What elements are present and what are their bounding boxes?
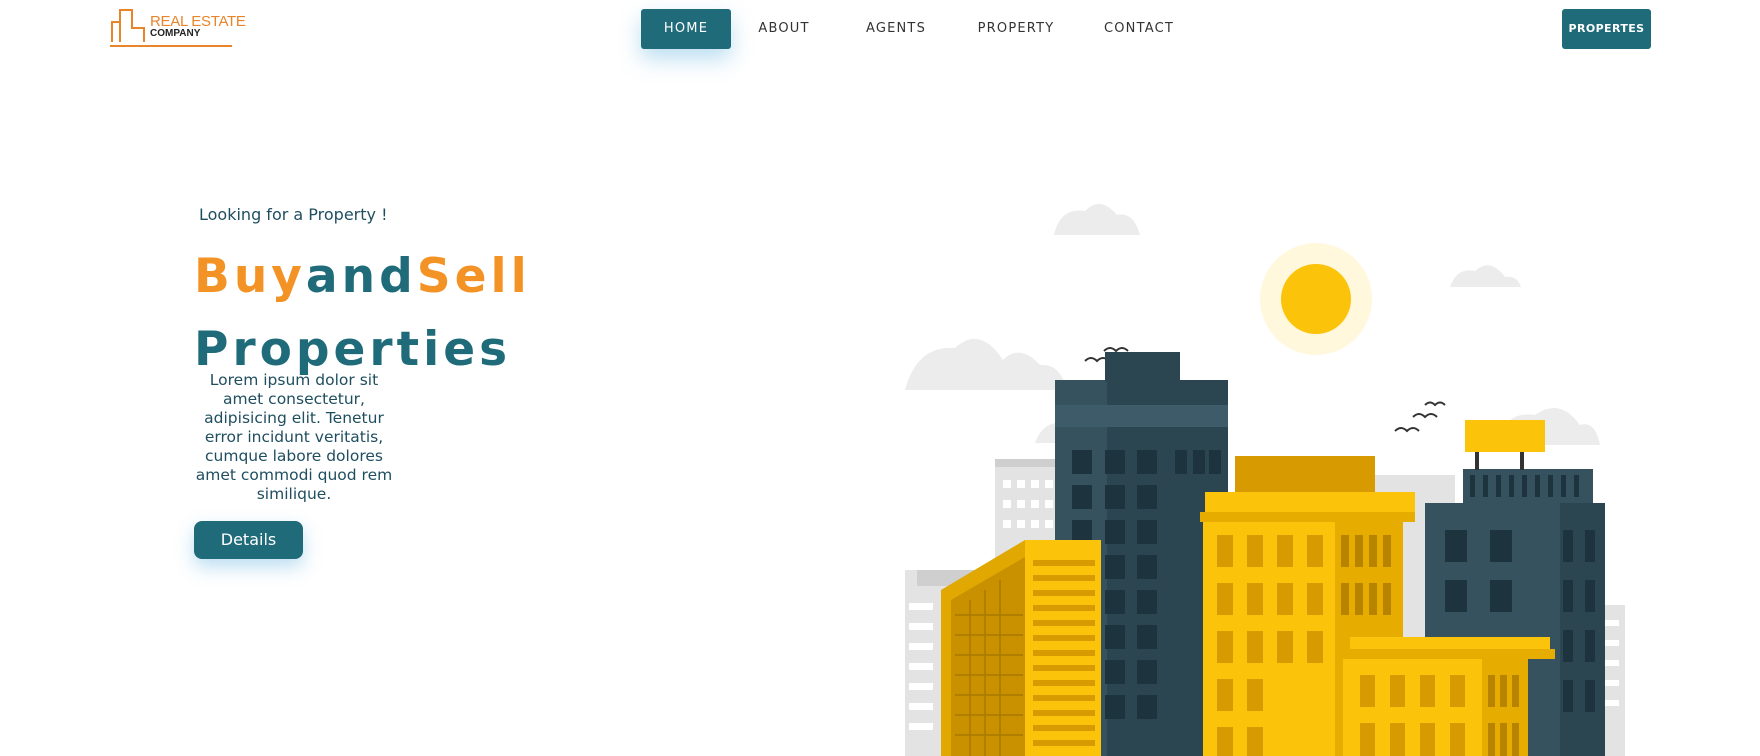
- nav-about[interactable]: ABOUT: [750, 9, 818, 49]
- nav-home[interactable]: HOME: [641, 9, 731, 49]
- headline-and: and: [305, 249, 417, 304]
- yellow-front-roof: [1350, 637, 1550, 649]
- city-illustration: [905, 203, 1625, 756]
- nav-property[interactable]: PROPERTY: [971, 9, 1061, 49]
- sun: [1281, 264, 1351, 334]
- logo-building-icon: [111, 9, 145, 42]
- logo-subtitle: COMPANY: [150, 28, 201, 39]
- hero-description: Lorem ipsum dolor sit amet consectetur, …: [195, 371, 393, 503]
- yellow-tower-top: [1235, 456, 1375, 492]
- logo-underline: [110, 45, 232, 47]
- properties-button[interactable]: PROPERTES: [1562, 9, 1651, 49]
- headline-sell: Sell: [416, 249, 531, 304]
- clouds: [905, 203, 1600, 445]
- logo[interactable]: REAL ESTATE COMPANY: [110, 8, 246, 48]
- hero-headline: BuyandSell Properties: [194, 240, 531, 386]
- hero-tagline: Looking for a Property !: [199, 205, 388, 224]
- nav-agents[interactable]: AGENTS: [860, 9, 932, 49]
- headline-buy: Buy: [194, 249, 306, 304]
- nav-contact[interactable]: CONTACT: [1097, 9, 1181, 49]
- yellow-building-left: [1025, 540, 1101, 756]
- details-button[interactable]: Details: [194, 521, 303, 559]
- billboard: [1465, 420, 1545, 452]
